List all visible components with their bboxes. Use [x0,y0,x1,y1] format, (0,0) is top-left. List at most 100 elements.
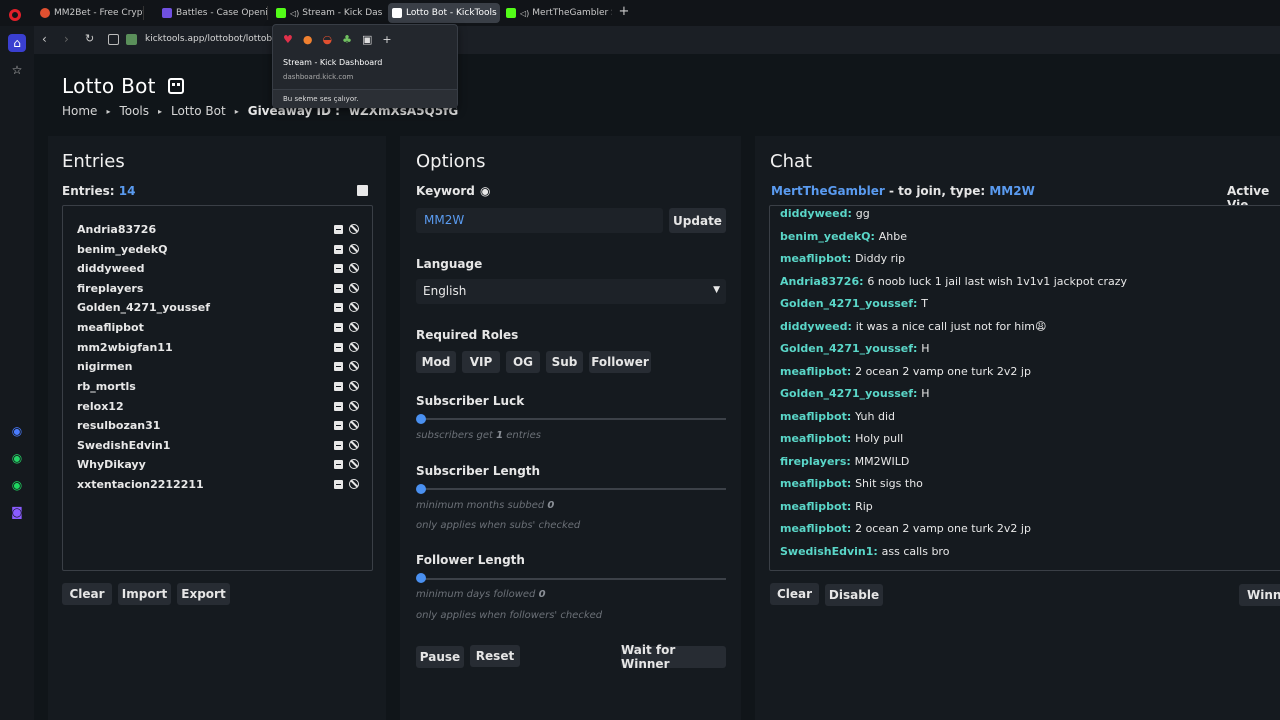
ban-icon[interactable] [349,322,359,332]
follower-length-thumb[interactable] [416,573,426,583]
role-vip-button[interactable]: VIP [462,351,500,373]
spotify-icon[interactable]: ◉ [8,476,26,494]
remove-entry-icon[interactable] [334,362,343,371]
ban-icon[interactable] [349,381,359,391]
ban-icon[interactable] [349,361,359,371]
clear-entries-button[interactable]: Clear [62,583,112,605]
remove-entry-icon[interactable] [334,245,343,254]
site-info-icon[interactable] [126,34,137,45]
list-item: nigirmen [77,360,367,376]
subscriber-luck-thumb[interactable] [416,414,426,424]
role-mod-button[interactable]: Mod [416,351,456,373]
pause-button[interactable]: Pause [416,646,464,668]
ban-icon[interactable] [349,440,359,450]
whatsapp-icon[interactable]: ◉ [8,449,26,467]
list-item: SwedishEdvin1 [77,439,367,455]
list-item: fireplayers [77,282,367,298]
tools-icon[interactable]: ▣ [362,33,372,46]
role-og-button[interactable]: OG [506,351,540,373]
mm2bet-icon[interactable]: ◒ [322,33,332,46]
follower-length-slider[interactable] [420,578,726,580]
subscriber-length-thumb[interactable] [416,484,426,494]
eye-icon[interactable]: ◉ [480,184,490,198]
language-label: Language [416,257,483,271]
remove-entry-icon[interactable] [334,480,343,489]
remove-entry-icon[interactable] [334,382,343,391]
remove-entry-icon[interactable] [334,441,343,450]
role-sub-button[interactable]: Sub [546,351,583,373]
tab-snap-icon[interactable] [108,34,119,45]
clear-chat-button[interactable]: Clear [770,583,819,605]
ban-icon[interactable] [349,283,359,293]
subscriber-luck-hint: subscribers get 1 entries [416,430,541,441]
new-tab-button[interactable]: + [618,5,630,18]
export-button[interactable]: Export [177,583,230,605]
breadcrumb-home[interactable]: Home [62,104,97,118]
player-icon[interactable]: ◙ [8,503,26,521]
required-roles-label: Required Roles [416,328,519,342]
star-icon[interactable]: ☆ [8,61,26,79]
remove-entry-icon[interactable] [334,402,343,411]
heart-icon[interactable]: ♥ [283,33,293,46]
list-item: meaflipbot [77,321,367,337]
update-button[interactable]: Update [669,208,726,233]
fire-icon[interactable]: ● [303,33,313,46]
copy-icon[interactable] [357,185,368,196]
language-select[interactable]: English ▼ [416,279,726,304]
remove-entry-icon[interactable] [334,264,343,273]
add-icon[interactable]: + [382,33,391,46]
url-field[interactable]: kicktools.app/lottobot/lottobot.h [145,34,290,44]
tab-mm2bet[interactable]: MM2Bet - Free Crypto Gi [36,3,144,23]
chat-join-instructions: MertTheGambler - to join, type: MM2W [771,184,1035,198]
disable-chat-button[interactable]: Disable [825,584,883,606]
chat-message: meaflipbot: 2 ocean 2 vamp one turk 2v2 … [780,365,1031,378]
winners-button[interactable]: Winne [1239,584,1280,606]
ban-icon[interactable] [349,401,359,411]
breadcrumb-tools[interactable]: Tools [119,104,149,118]
ban-icon[interactable] [349,263,359,273]
role-follower-button[interactable]: Follower [589,351,651,373]
list-item: Andria83726 [77,223,367,239]
home-icon[interactable]: ⌂ [8,34,26,52]
ban-icon[interactable] [349,244,359,254]
keyword-input[interactable]: MM2W [416,208,663,233]
ban-icon[interactable] [349,459,359,469]
wait-for-winner-button[interactable]: Wait for Winner [621,643,726,671]
subscriber-length-slider[interactable] [420,488,726,490]
remove-entry-icon[interactable] [334,323,343,332]
import-button[interactable]: Import [118,583,171,605]
remove-entry-icon[interactable] [334,284,343,293]
chat-message: meaflipbot: Yuh did [780,410,895,423]
chat-message: Golden_4271_youssef: H [780,342,930,355]
plant-icon[interactable]: ♣ [342,33,352,46]
popover-title: Stream - Kick Dashboard [283,58,383,67]
tab-kick-dashboard[interactable]: ◁)Stream - Kick Dashbo [272,3,382,23]
forward-icon[interactable]: › [64,32,69,46]
subscriber-length-hint: minimum months subbed 0 [416,500,555,511]
ban-icon[interactable] [349,302,359,312]
remove-entry-icon[interactable] [334,421,343,430]
ban-icon[interactable] [349,224,359,234]
popover-icons: ♥ ● ◒ ♣ ▣ + [283,33,392,46]
remove-entry-icon[interactable] [334,460,343,469]
remove-entry-icon[interactable] [334,343,343,352]
messenger-icon[interactable]: ◉ [8,422,26,440]
remove-entry-icon[interactable] [334,303,343,312]
tab-lotto-bot[interactable]: Lotto Bot - KickTools [388,3,500,23]
reload-icon[interactable]: ↻ [85,32,94,45]
opera-logo-icon[interactable] [9,9,21,21]
chat-message: meaflipbot: 2 ocean 2 vamp one turk 2v2 … [780,522,1031,535]
kick-favicon-icon [506,8,516,18]
ban-icon[interactable] [349,342,359,352]
tab-battles[interactable]: Battles - Case Opening Ba [158,3,268,23]
tab-merthegambler[interactable]: ◁)MertTheGambler Strea [502,3,612,23]
back-icon[interactable]: ‹ [42,32,47,46]
ban-icon[interactable] [349,420,359,430]
address-bar: ‹ › ↻ kicktools.app/lottobot/lottobot.h [34,26,1280,54]
remove-entry-icon[interactable] [334,225,343,234]
reset-button[interactable]: Reset [470,645,520,667]
ban-icon[interactable] [349,479,359,489]
breadcrumb-lotto-bot[interactable]: Lotto Bot [171,104,226,118]
page-title: Lotto Bot [62,74,184,98]
subscriber-luck-slider[interactable] [420,418,726,420]
